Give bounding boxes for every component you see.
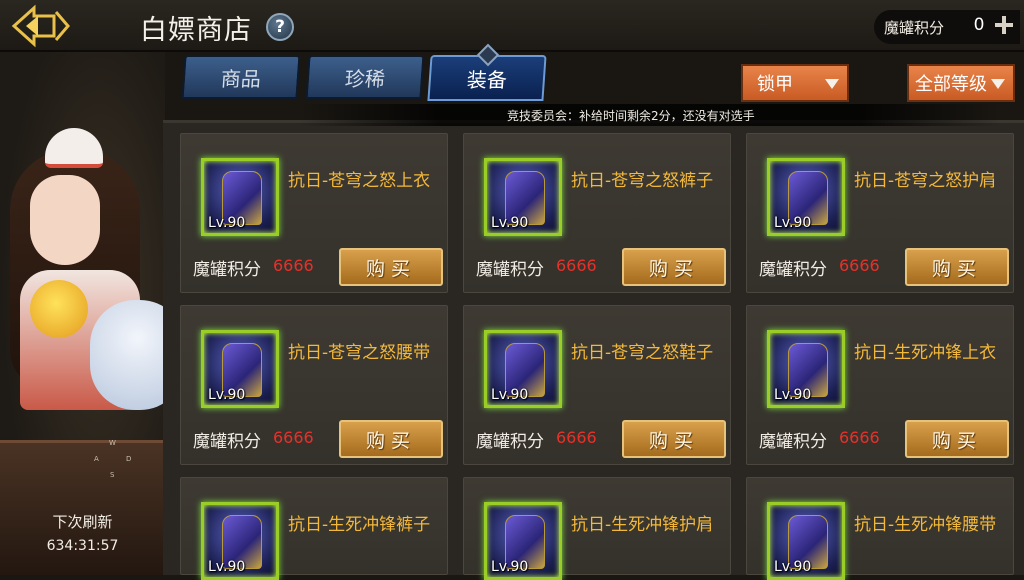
item-card[interactable]: Lv.90 抗日-苍穹之怒腰带魔罐积分 6666 购买 bbox=[180, 305, 448, 465]
price-label: 魔罐积分 bbox=[476, 432, 544, 452]
item-card[interactable]: Lv.90 抗日-苍穹之怒鞋子魔罐积分 6666 购买 bbox=[463, 305, 731, 465]
refresh-label: 下次刷新 bbox=[52, 513, 113, 531]
equipment-icon[interactable]: Lv.90 bbox=[201, 502, 279, 580]
bird-pet-icon bbox=[30, 280, 88, 338]
level-dropdown[interactable]: 全部等级 bbox=[907, 64, 1015, 102]
item-level: Lv.90 bbox=[491, 559, 529, 575]
price-label: 魔罐积分 bbox=[193, 432, 261, 452]
buy-button[interactable]: 购买 bbox=[339, 420, 443, 458]
armor-type-dropdown[interactable]: 锁甲 bbox=[741, 64, 849, 102]
price-value: 6666 bbox=[556, 256, 597, 275]
add-currency-icon[interactable] bbox=[993, 14, 1015, 36]
dropdown-arrow-icon bbox=[825, 79, 839, 89]
character-face bbox=[30, 175, 100, 265]
buy-button[interactable]: 购买 bbox=[905, 420, 1009, 458]
compass-a: A bbox=[94, 455, 99, 463]
item-level: Lv.90 bbox=[491, 387, 529, 403]
equipment-icon[interactable]: Lv.90 bbox=[767, 502, 845, 580]
item-name: 抗日-生死冲锋腰带 bbox=[854, 515, 997, 535]
equipment-icon[interactable]: Lv.90 bbox=[767, 330, 845, 408]
item-card[interactable]: Lv.90 抗日-苍穹之怒裤子魔罐积分 6666 购买 bbox=[463, 133, 731, 293]
tab-goods[interactable]: 商品 bbox=[181, 55, 301, 99]
pedestal bbox=[0, 440, 165, 575]
equipment-icon[interactable]: Lv.90 bbox=[201, 330, 279, 408]
compass-s: S bbox=[110, 471, 115, 479]
item-card[interactable]: Lv.90 抗日-苍穹之怒护肩魔罐积分 6666 购买 bbox=[746, 133, 1014, 293]
item-name: 抗日-苍穹之怒上衣 bbox=[288, 171, 431, 191]
price-label: 魔罐积分 bbox=[476, 260, 544, 280]
item-card[interactable]: Lv.90 抗日-生死冲锋腰带 bbox=[746, 477, 1014, 580]
item-level: Lv.90 bbox=[774, 559, 812, 575]
price-value: 6666 bbox=[273, 256, 314, 275]
tab-rare[interactable]: 珍稀 bbox=[305, 55, 425, 99]
buy-button[interactable]: 购买 bbox=[622, 248, 726, 286]
equipment-icon[interactable]: Lv.90 bbox=[484, 158, 562, 236]
price-value: 6666 bbox=[556, 428, 597, 447]
item-name: 抗日-苍穹之怒鞋子 bbox=[571, 343, 714, 363]
equipment-icon[interactable]: Lv.90 bbox=[484, 330, 562, 408]
dropdown-arrow-icon bbox=[991, 79, 1005, 89]
scrolling-notice: 竞技委员会：补给时间剩余2分，还没有对选手 bbox=[507, 109, 755, 123]
item-level: Lv.90 bbox=[208, 559, 246, 575]
item-name: 抗日-生死冲锋护肩 bbox=[571, 515, 714, 535]
equipment-icon[interactable]: Lv.90 bbox=[201, 158, 279, 236]
nurse-hat-icon bbox=[45, 128, 103, 168]
equipment-icon[interactable]: Lv.90 bbox=[767, 158, 845, 236]
price-label: 魔罐积分 bbox=[193, 260, 261, 280]
item-name: 抗日-苍穹之怒腰带 bbox=[288, 343, 431, 363]
currency-label: 魔罐积分 bbox=[884, 19, 945, 37]
item-level: Lv.90 bbox=[208, 387, 246, 403]
item-level: Lv.90 bbox=[491, 215, 529, 231]
item-level: Lv.90 bbox=[208, 215, 246, 231]
back-arrow-icon[interactable] bbox=[10, 4, 76, 48]
price-label: 魔罐积分 bbox=[759, 260, 827, 280]
price-value: 6666 bbox=[839, 256, 880, 275]
item-name: 抗日-苍穹之怒护肩 bbox=[854, 171, 997, 191]
item-level: Lv.90 bbox=[774, 387, 812, 403]
armor-type-value: 锁甲 bbox=[757, 74, 793, 95]
level-value: 全部等级 bbox=[915, 74, 987, 95]
refresh-timer: 634:31:57 bbox=[46, 538, 119, 554]
page-title: 白嫖商店 bbox=[140, 15, 252, 46]
help-button[interactable]: ? bbox=[266, 13, 294, 41]
price-label: 魔罐积分 bbox=[759, 432, 827, 452]
price-value: 6666 bbox=[839, 428, 880, 447]
buy-button[interactable]: 购买 bbox=[622, 420, 726, 458]
compass-d: D bbox=[126, 455, 132, 463]
buy-button[interactable]: 购买 bbox=[339, 248, 443, 286]
item-name: 抗日-生死冲锋上衣 bbox=[854, 343, 997, 363]
item-name: 抗日-苍穹之怒裤子 bbox=[571, 171, 714, 191]
item-name: 抗日-生死冲锋裤子 bbox=[288, 515, 431, 535]
item-level: Lv.90 bbox=[774, 215, 812, 231]
compass-icon: W A D S bbox=[88, 437, 136, 485]
item-card[interactable]: Lv.90 抗日-苍穹之怒上衣魔罐积分 6666 购买 bbox=[180, 133, 448, 293]
item-card[interactable]: Lv.90 抗日-生死冲锋上衣魔罐积分 6666 购买 bbox=[746, 305, 1014, 465]
equipment-icon[interactable]: Lv.90 bbox=[484, 502, 562, 580]
currency-value: 0 bbox=[973, 15, 985, 35]
item-card[interactable]: Lv.90 抗日-生死冲锋裤子 bbox=[180, 477, 448, 580]
compass-w: W bbox=[109, 439, 116, 447]
item-card[interactable]: Lv.90 抗日-生死冲锋护肩 bbox=[463, 477, 731, 580]
price-value: 6666 bbox=[273, 428, 314, 447]
buy-button[interactable]: 购买 bbox=[905, 248, 1009, 286]
